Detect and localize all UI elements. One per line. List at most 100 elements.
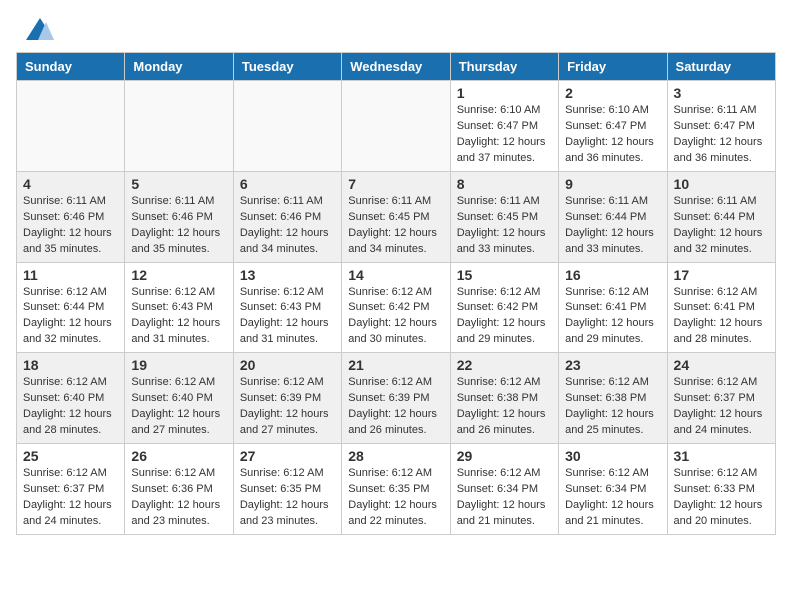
day-info: Sunrise: 6:11 AM Sunset: 6:46 PM Dayligh… bbox=[131, 194, 226, 258]
day-number: 7 bbox=[348, 176, 443, 192]
day-info: Sunrise: 6:12 AM Sunset: 6:40 PM Dayligh… bbox=[131, 375, 226, 439]
col-sunday: Sunday bbox=[17, 53, 125, 81]
calendar-cell: 21Sunrise: 6:12 AM Sunset: 6:39 PM Dayli… bbox=[342, 353, 450, 444]
day-info: Sunrise: 6:12 AM Sunset: 6:35 PM Dayligh… bbox=[348, 466, 443, 530]
calendar-cell: 31Sunrise: 6:12 AM Sunset: 6:33 PM Dayli… bbox=[667, 444, 775, 535]
calendar-cell bbox=[17, 81, 125, 172]
day-number: 9 bbox=[565, 176, 660, 192]
day-number: 15 bbox=[457, 267, 552, 283]
day-number: 5 bbox=[131, 176, 226, 192]
calendar-cell: 28Sunrise: 6:12 AM Sunset: 6:35 PM Dayli… bbox=[342, 444, 450, 535]
day-number: 19 bbox=[131, 357, 226, 373]
day-info: Sunrise: 6:11 AM Sunset: 6:46 PM Dayligh… bbox=[23, 194, 118, 258]
logo bbox=[24, 16, 60, 44]
header-row: Sunday Monday Tuesday Wednesday Thursday… bbox=[17, 53, 776, 81]
day-number: 14 bbox=[348, 267, 443, 283]
calendar-table: Sunday Monday Tuesday Wednesday Thursday… bbox=[16, 52, 776, 535]
day-info: Sunrise: 6:12 AM Sunset: 6:38 PM Dayligh… bbox=[457, 375, 552, 439]
day-number: 16 bbox=[565, 267, 660, 283]
calendar-cell: 25 Sunrise: 6:12 AM Sunset: 6:37 PM Dayli… bbox=[17, 444, 125, 535]
page-header bbox=[0, 0, 792, 52]
day-number: 17 bbox=[674, 267, 769, 283]
calendar-cell: 30 Sunrise: 6:12 AM Sunset: 6:34 PM Dayli… bbox=[559, 444, 667, 535]
col-wednesday: Wednesday bbox=[342, 53, 450, 81]
calendar-cell: 10 Sunrise: 6:11 AM Sunset: 6:44 PM Dayli… bbox=[667, 171, 775, 262]
calendar-cell: 27 Sunrise: 6:12 AM Sunset: 6:35 PM Dayli… bbox=[233, 444, 341, 535]
day-number: 20 bbox=[240, 357, 335, 373]
day-info: Sunrise: 6:12 AM Sunset: 6:40 PM Dayligh… bbox=[23, 375, 118, 439]
calendar-cell bbox=[233, 81, 341, 172]
calendar-cell: 14 Sunrise: 6:12 AM Sunset: 6:42 PM Dayli… bbox=[342, 262, 450, 353]
calendar-cell: 24 Sunrise: 6:12 AM Sunset: 6:37 PM Dayli… bbox=[667, 353, 775, 444]
calendar-cell: 1 Sunrise: 6:10 AM Sunset: 6:47 PM Daylig… bbox=[450, 81, 558, 172]
day-info: Sunrise: 6:12 AM Sunset: 6:38 PM Dayligh… bbox=[565, 375, 660, 439]
calendar-cell: 2Sunrise: 6:10 AM Sunset: 6:47 PM Daylig… bbox=[559, 81, 667, 172]
calendar-cell: 19 Sunrise: 6:12 AM Sunset: 6:40 PM Dayli… bbox=[125, 353, 233, 444]
day-info: Sunrise: 6:12 AM Sunset: 6:34 PM Dayligh… bbox=[457, 466, 552, 530]
day-info: Sunrise: 6:12 AM Sunset: 6:35 PM Dayligh… bbox=[240, 466, 335, 530]
day-info: Sunrise: 6:11 AM Sunset: 6:44 PM Dayligh… bbox=[674, 194, 769, 258]
day-number: 11 bbox=[23, 267, 118, 283]
day-number: 24 bbox=[674, 357, 769, 373]
calendar-week-5: 25 Sunrise: 6:12 AM Sunset: 6:37 PM Dayli… bbox=[17, 444, 776, 535]
calendar-cell: 17Sunrise: 6:12 AM Sunset: 6:41 PM Dayli… bbox=[667, 262, 775, 353]
day-number: 4 bbox=[23, 176, 118, 192]
col-friday: Friday bbox=[559, 53, 667, 81]
calendar-cell: 4 Sunrise: 6:11 AM Sunset: 6:46 PM Daylig… bbox=[17, 171, 125, 262]
calendar-cell: 3Sunrise: 6:11 AM Sunset: 6:47 PM Daylig… bbox=[667, 81, 775, 172]
calendar-header: Sunday Monday Tuesday Wednesday Thursday… bbox=[17, 53, 776, 81]
day-number: 26 bbox=[131, 448, 226, 464]
col-saturday: Saturday bbox=[667, 53, 775, 81]
day-info: Sunrise: 6:12 AM Sunset: 6:36 PM Dayligh… bbox=[131, 466, 226, 530]
calendar-cell: 6 Sunrise: 6:11 AM Sunset: 6:46 PM Daylig… bbox=[233, 171, 341, 262]
day-number: 18 bbox=[23, 357, 118, 373]
day-info: Sunrise: 6:12 AM Sunset: 6:34 PM Dayligh… bbox=[565, 466, 660, 530]
calendar-cell: 22 Sunrise: 6:12 AM Sunset: 6:38 PM Dayli… bbox=[450, 353, 558, 444]
day-info: Sunrise: 6:12 AM Sunset: 6:39 PM Dayligh… bbox=[240, 375, 335, 439]
day-number: 22 bbox=[457, 357, 552, 373]
calendar-week-4: 18 Sunrise: 6:12 AM Sunset: 6:40 PM Dayli… bbox=[17, 353, 776, 444]
day-number: 6 bbox=[240, 176, 335, 192]
calendar-week-2: 4 Sunrise: 6:11 AM Sunset: 6:46 PM Daylig… bbox=[17, 171, 776, 262]
day-info: Sunrise: 6:12 AM Sunset: 6:44 PM Dayligh… bbox=[23, 285, 118, 349]
day-number: 27 bbox=[240, 448, 335, 464]
day-number: 2 bbox=[565, 85, 660, 101]
calendar-body: 1 Sunrise: 6:10 AM Sunset: 6:47 PM Daylig… bbox=[17, 81, 776, 535]
day-info: Sunrise: 6:12 AM Sunset: 6:43 PM Dayligh… bbox=[240, 285, 335, 349]
calendar-cell: 18 Sunrise: 6:12 AM Sunset: 6:40 PM Dayli… bbox=[17, 353, 125, 444]
day-number: 10 bbox=[674, 176, 769, 192]
col-thursday: Thursday bbox=[450, 53, 558, 81]
day-info: Sunrise: 6:11 AM Sunset: 6:45 PM Dayligh… bbox=[457, 194, 552, 258]
calendar-cell bbox=[342, 81, 450, 172]
day-info: Sunrise: 6:11 AM Sunset: 6:44 PM Dayligh… bbox=[565, 194, 660, 258]
day-number: 12 bbox=[131, 267, 226, 283]
day-info: Sunrise: 6:12 AM Sunset: 6:39 PM Dayligh… bbox=[348, 375, 443, 439]
calendar-cell: 29 Sunrise: 6:12 AM Sunset: 6:34 PM Dayli… bbox=[450, 444, 558, 535]
calendar-cell: 11 Sunrise: 6:12 AM Sunset: 6:44 PM Dayli… bbox=[17, 262, 125, 353]
day-number: 23 bbox=[565, 357, 660, 373]
calendar-cell: 20 Sunrise: 6:12 AM Sunset: 6:39 PM Dayli… bbox=[233, 353, 341, 444]
day-number: 1 bbox=[457, 85, 552, 101]
day-number: 29 bbox=[457, 448, 552, 464]
logo-icon bbox=[24, 16, 56, 44]
day-info: Sunrise: 6:12 AM Sunset: 6:42 PM Dayligh… bbox=[348, 285, 443, 349]
calendar-cell bbox=[125, 81, 233, 172]
day-info: Sunrise: 6:11 AM Sunset: 6:46 PM Dayligh… bbox=[240, 194, 335, 258]
day-info: Sunrise: 6:10 AM Sunset: 6:47 PM Dayligh… bbox=[457, 103, 552, 167]
day-info: Sunrise: 6:12 AM Sunset: 6:41 PM Dayligh… bbox=[565, 285, 660, 349]
day-info: Sunrise: 6:12 AM Sunset: 6:37 PM Dayligh… bbox=[23, 466, 118, 530]
calendar-cell: 23 Sunrise: 6:12 AM Sunset: 6:38 PM Dayli… bbox=[559, 353, 667, 444]
day-number: 13 bbox=[240, 267, 335, 283]
calendar-wrapper: Sunday Monday Tuesday Wednesday Thursday… bbox=[0, 52, 792, 543]
calendar-cell: 15Sunrise: 6:12 AM Sunset: 6:42 PM Dayli… bbox=[450, 262, 558, 353]
calendar-week-1: 1 Sunrise: 6:10 AM Sunset: 6:47 PM Daylig… bbox=[17, 81, 776, 172]
calendar-cell: 8Sunrise: 6:11 AM Sunset: 6:45 PM Daylig… bbox=[450, 171, 558, 262]
day-info: Sunrise: 6:11 AM Sunset: 6:45 PM Dayligh… bbox=[348, 194, 443, 258]
col-tuesday: Tuesday bbox=[233, 53, 341, 81]
day-number: 25 bbox=[23, 448, 118, 464]
calendar-cell: 7 Sunrise: 6:11 AM Sunset: 6:45 PM Daylig… bbox=[342, 171, 450, 262]
calendar-cell: 26 Sunrise: 6:12 AM Sunset: 6:36 PM Dayli… bbox=[125, 444, 233, 535]
day-info: Sunrise: 6:12 AM Sunset: 6:43 PM Dayligh… bbox=[131, 285, 226, 349]
day-info: Sunrise: 6:12 AM Sunset: 6:37 PM Dayligh… bbox=[674, 375, 769, 439]
day-number: 30 bbox=[565, 448, 660, 464]
